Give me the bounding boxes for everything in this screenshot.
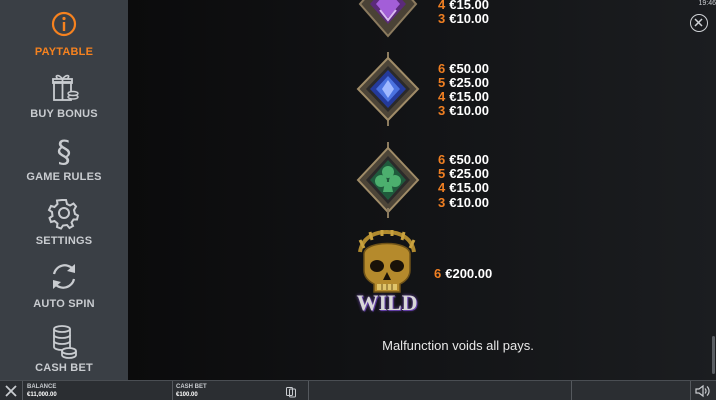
close-icon	[694, 18, 703, 27]
pay-row: 3 €10.00	[438, 11, 489, 26]
divider	[22, 381, 23, 400]
sidebar-item-buy-bonus[interactable]: BUY BONUS	[0, 70, 128, 132]
sidebar-item-settings[interactable]: SETTINGS	[0, 197, 128, 259]
close-menu-button[interactable]	[4, 384, 18, 398]
svg-text:§: §	[57, 135, 72, 169]
wild-label: WILD	[356, 290, 418, 315]
pay-row: 5 €25.00	[438, 166, 489, 181]
refresh-icon	[44, 260, 84, 296]
cash-bet-label: CASH BET	[176, 384, 207, 390]
sidebar-item-label: SETTINGS	[35, 235, 93, 247]
pay-row: 3 €10.00	[438, 195, 489, 210]
sidebar-item-label: AUTO SPIN	[33, 298, 95, 310]
sidebar-item-label: CASH BET	[35, 362, 93, 374]
footer-disclaimer: Malfunction voids all pays.	[382, 338, 534, 353]
info-icon	[44, 8, 84, 44]
divider	[172, 381, 173, 400]
sidebar-item-auto-spin[interactable]: AUTO SPIN	[0, 260, 128, 322]
balance-value: €11,000.00	[27, 392, 57, 398]
pay-row: 3 €10.00	[438, 103, 489, 118]
pay-row: 6 €50.00	[438, 61, 489, 76]
blue-diamond-gem-icon	[354, 52, 422, 126]
divider	[571, 381, 572, 400]
purple-gem-icon	[358, 0, 418, 38]
scrollbar[interactable]	[712, 336, 715, 374]
cash-bet-value: €100.00	[176, 392, 198, 398]
coins-icon	[44, 324, 84, 360]
game-screen: PAYTABLE BUY BONUS § GAME RULES SETTINGS	[0, 0, 716, 400]
sidebar-item-game-rules[interactable]: § GAME RULES	[0, 133, 128, 195]
paytable-panel: 4 €15.00 3 €10.00 6 €50.00 5 €25.00 4 €15.00 …	[128, 0, 716, 380]
coins-icon	[286, 387, 296, 398]
speaker-icon	[695, 384, 710, 398]
sidebar-item-label: GAME RULES	[26, 171, 102, 183]
sidebar-item-paytable[interactable]: PAYTABLE	[0, 8, 128, 70]
sidebar-menu: PAYTABLE BUY BONUS § GAME RULES SETTINGS	[0, 0, 128, 380]
pay-row: 4 €15.00	[438, 89, 489, 104]
gift-icon	[44, 70, 84, 106]
pay-row: 6 €200.00	[434, 266, 493, 281]
divider	[308, 381, 309, 400]
pay-row: 6 €50.00	[438, 152, 489, 167]
sound-button[interactable]	[694, 384, 712, 398]
balance-label: BALANCE	[27, 384, 57, 390]
close-paytable-button[interactable]	[690, 14, 708, 32]
coins-button[interactable]	[285, 385, 297, 398]
pay-row: 5 €25.00	[438, 75, 489, 90]
close-icon	[5, 385, 17, 397]
clock: 19:46	[698, 0, 716, 7]
sidebar-item-label: BUY BONUS	[30, 108, 98, 120]
section-icon: §	[44, 133, 84, 170]
green-club-gem-icon	[354, 142, 422, 218]
sidebar-item-label: PAYTABLE	[34, 46, 94, 58]
gear-icon	[44, 197, 84, 233]
pay-row: 4 €15.00	[438, 180, 489, 195]
bottom-bar: BALANCE €11,000.00 CASH BET €100.00	[0, 380, 716, 400]
sidebar-item-cash-bet[interactable]: CASH BET	[0, 324, 128, 386]
divider	[690, 381, 691, 400]
